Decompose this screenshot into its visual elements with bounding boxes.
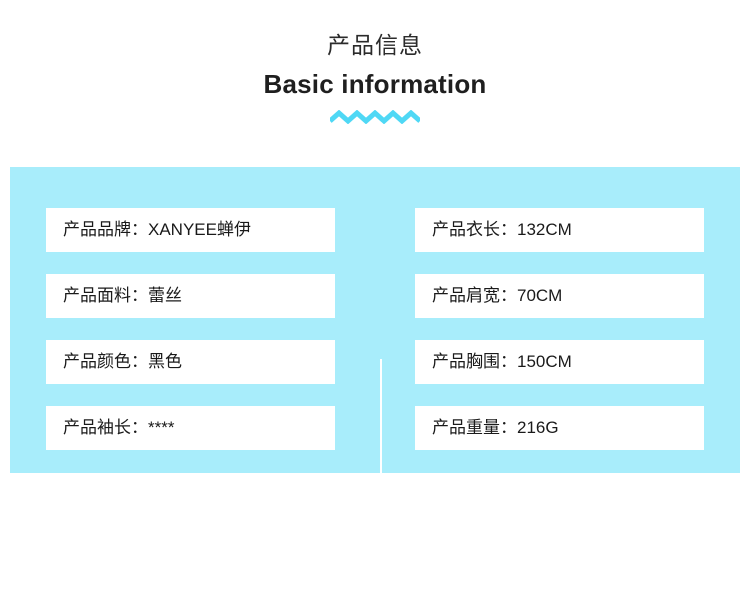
info-row: 产品重量：216G bbox=[415, 406, 704, 450]
column-divider bbox=[380, 359, 382, 611]
info-row-text: 产品袖长：**** bbox=[63, 418, 175, 437]
info-row-text: 产品胸围：150CM bbox=[432, 352, 572, 371]
info-row-text: 产品颜色：黑色 bbox=[63, 352, 182, 371]
page-title-cn: 产品信息 bbox=[327, 32, 423, 58]
info-row-text: 产品衣长：132CM bbox=[432, 220, 572, 239]
info-row: 产品胸围：150CM bbox=[415, 340, 704, 384]
page-title-en: Basic information bbox=[263, 69, 487, 99]
info-row-text: 产品品牌：XANYEE蝉伊 bbox=[63, 220, 251, 239]
info-row: 产品袖长：**** bbox=[46, 406, 335, 450]
page-header: 产品信息 Basic information bbox=[0, 0, 750, 126]
info-row-text: 产品面料：蕾丝 bbox=[63, 286, 182, 305]
info-row: 产品衣长：132CM bbox=[415, 208, 704, 252]
product-info-panel: 产品品牌：XANYEE蝉伊 产品面料：蕾丝 产品颜色：黑色 产品袖长：**** … bbox=[10, 167, 740, 611]
info-row: 产品品牌：XANYEE蝉伊 bbox=[46, 208, 335, 252]
info-column-right: 产品衣长：132CM 产品肩宽：70CM 产品胸围：150CM 产品重量：216… bbox=[415, 208, 704, 450]
info-row: 产品面料：蕾丝 bbox=[46, 274, 335, 318]
info-column-left: 产品品牌：XANYEE蝉伊 产品面料：蕾丝 产品颜色：黑色 产品袖长：**** bbox=[46, 208, 335, 450]
info-row: 产品肩宽：70CM bbox=[415, 274, 704, 318]
zigzag-wave-icon bbox=[330, 100, 420, 126]
info-row-text: 产品重量：216G bbox=[432, 418, 559, 437]
info-row: 产品颜色：黑色 bbox=[46, 340, 335, 384]
info-row-text: 产品肩宽：70CM bbox=[432, 286, 563, 305]
product-info-page: 产品信息 Basic information 产品品牌：XANYEE蝉伊 产品面… bbox=[0, 0, 750, 611]
